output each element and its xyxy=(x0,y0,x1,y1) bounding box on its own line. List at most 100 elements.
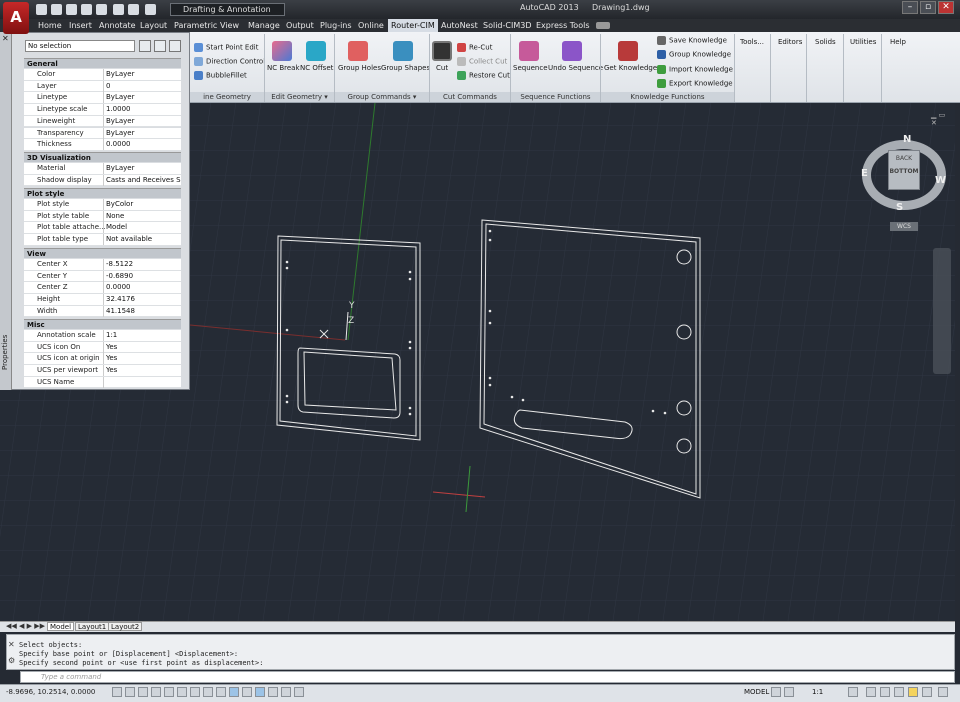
import-knowledge-button[interactable]: Import Knowledge xyxy=(657,65,733,74)
redo-icon[interactable] xyxy=(145,4,156,15)
navigation-bar[interactable] xyxy=(933,248,951,374)
panel-title-cut-commands[interactable]: Cut Commands xyxy=(430,92,510,102)
tab-express-tools[interactable]: Express Tools xyxy=(536,19,590,32)
command-input[interactable]: Type a command xyxy=(20,671,955,683)
panel-title-group-commands[interactable]: Group Commands ▾ xyxy=(335,92,429,102)
compass-north[interactable]: N xyxy=(903,134,911,145)
prop-row[interactable]: Linetype ByLayer xyxy=(24,92,181,105)
undo-icon[interactable] xyxy=(128,4,139,15)
panel-title-knowledge-functions[interactable]: Knowledge Functions xyxy=(601,92,734,102)
prop-value[interactable] xyxy=(103,376,181,388)
group-misc[interactable]: Misc xyxy=(24,319,181,329)
prop-value[interactable]: ByLayer xyxy=(103,127,181,139)
command-customize-icon[interactable]: ⚙ xyxy=(8,656,15,665)
prop-value[interactable]: ByLayer xyxy=(103,92,181,104)
prop-value[interactable]: Casts and Receives Sh... xyxy=(103,174,181,186)
prop-row[interactable]: Width 41.1548 xyxy=(24,305,181,318)
tab-manage[interactable]: Manage xyxy=(248,19,280,32)
compass-west[interactable]: W xyxy=(935,175,946,186)
prop-value[interactable]: 1.0000 xyxy=(103,104,181,116)
re-cut-button[interactable]: Re-Cut xyxy=(457,43,492,52)
prop-row[interactable]: Shadow display Casts and Receives Sh... xyxy=(24,174,181,187)
hardware-acceleration-icon[interactable] xyxy=(894,687,904,697)
group-holes-button[interactable]: Group Holes xyxy=(338,64,381,72)
panel-title-edit-geometry[interactable]: Edit Geometry ▾ xyxy=(265,92,334,102)
undo-sequence-icon[interactable] xyxy=(562,41,582,61)
prop-value[interactable]: 0.0000 xyxy=(103,282,181,294)
selection-dropdown[interactable]: No selection xyxy=(25,40,135,52)
annotation-scale[interactable]: 1:1 xyxy=(812,688,823,696)
prop-row[interactable]: UCS per viewport Yes xyxy=(24,365,181,377)
tab-home[interactable]: Home xyxy=(38,19,62,32)
annotation-monitor-icon[interactable] xyxy=(294,687,304,697)
object-snap-icon[interactable] xyxy=(177,687,187,697)
workspace-dropdown[interactable]: Drafting & Annotation xyxy=(170,3,285,16)
clean-screen-icon[interactable] xyxy=(922,687,932,697)
restore-cut-button[interactable]: Restore Cut xyxy=(457,71,510,80)
prop-value[interactable]: -8.5122 xyxy=(103,259,181,270)
prop-value[interactable]: Yes xyxy=(103,365,181,377)
new-icon[interactable] xyxy=(36,4,47,15)
command-close-icon[interactable]: ✕ xyxy=(8,640,15,649)
prop-value[interactable]: ByColor xyxy=(103,199,181,210)
group-plot-style[interactable]: Plot style xyxy=(24,188,181,198)
lineweight-icon[interactable] xyxy=(242,687,252,697)
tools-menu[interactable]: Tools... xyxy=(740,38,764,46)
model-space-toggle[interactable]: MODEL xyxy=(744,688,769,696)
ribbon-toggle-icon[interactable] xyxy=(596,22,610,29)
group-view[interactable]: View xyxy=(24,248,181,258)
group-holes-icon[interactable] xyxy=(348,41,368,61)
utilities-menu[interactable]: Utilities xyxy=(850,38,876,46)
prop-row[interactable]: Plot table attache... Model xyxy=(24,222,181,235)
prop-row[interactable]: Thickness 0.0000 xyxy=(24,139,181,151)
prop-row[interactable]: Center Z 0.0000 xyxy=(24,282,181,295)
tab-view[interactable]: View xyxy=(220,19,239,32)
group-shapes-icon[interactable] xyxy=(393,41,413,61)
tab-layout2[interactable]: Layout2 xyxy=(108,622,143,631)
palette-close-icon[interactable]: ✕ xyxy=(2,34,9,43)
group-3d-visualization[interactable]: 3D Visualization xyxy=(24,152,181,162)
prop-row[interactable]: Linetype scale 1.0000 xyxy=(24,104,181,116)
viewcube-bottom-face[interactable]: BOTTOM xyxy=(889,168,919,175)
tab-router-cim[interactable]: Router-CIM xyxy=(388,19,438,32)
prop-value[interactable]: ByLayer xyxy=(103,69,181,80)
grid-display-icon[interactable] xyxy=(138,687,148,697)
prop-row[interactable]: Material ByLayer xyxy=(24,163,181,175)
prop-value[interactable]: 41.1548 xyxy=(103,305,181,317)
allow-ucs-icon[interactable] xyxy=(216,687,226,697)
sequence-icon[interactable] xyxy=(519,41,539,61)
isolate-objects-icon[interactable] xyxy=(908,687,918,697)
prop-value[interactable]: Not available xyxy=(103,234,181,246)
prop-value[interactable]: Yes xyxy=(103,341,181,353)
print-icon[interactable] xyxy=(113,4,124,15)
viewcube[interactable]: BACK BOTTOM xyxy=(888,150,920,190)
compass-south[interactable]: S xyxy=(896,202,903,213)
maximize-button[interactable]: ▫ xyxy=(920,1,936,14)
prop-row[interactable]: Plot table type Not available xyxy=(24,234,181,246)
direction-control-button[interactable]: Direction Control xyxy=(194,57,265,66)
prop-row[interactable]: Plot style table None xyxy=(24,210,181,223)
viewcube-back-face[interactable]: BACK xyxy=(889,155,919,162)
prop-row[interactable]: Center X -8.5122 xyxy=(24,259,181,271)
prop-value[interactable]: -0.6890 xyxy=(103,270,181,282)
nc-offset-button[interactable]: NC Offset xyxy=(300,64,333,72)
transparency-icon[interactable] xyxy=(255,687,265,697)
get-knowledge-icon[interactable] xyxy=(618,41,638,61)
tab-model[interactable]: Model xyxy=(47,622,75,631)
prop-row[interactable]: Lineweight ByLayer xyxy=(24,115,181,128)
undo-sequence-button[interactable]: Undo Sequence xyxy=(548,64,603,72)
close-button[interactable]: ✕ xyxy=(938,1,954,14)
save-as-icon[interactable] xyxy=(81,4,92,15)
group-general[interactable]: General xyxy=(24,58,181,68)
collect-cut-button[interactable]: Collect Cut xyxy=(457,57,507,66)
group-shapes-button[interactable]: Group Shapes xyxy=(381,64,430,72)
tab-insert[interactable]: Insert xyxy=(69,19,92,32)
prop-row[interactable]: UCS Name xyxy=(24,376,181,389)
panel-title-sequence-functions[interactable]: Sequence Functions xyxy=(511,92,600,102)
nc-offset-icon[interactable] xyxy=(306,41,326,61)
prop-value[interactable]: 1:1 xyxy=(103,330,181,341)
prop-row[interactable]: UCS icon On Yes xyxy=(24,341,181,354)
customization-icon[interactable] xyxy=(938,687,948,697)
selection-cycling-icon[interactable] xyxy=(281,687,291,697)
quick-select-icon[interactable] xyxy=(169,40,181,52)
